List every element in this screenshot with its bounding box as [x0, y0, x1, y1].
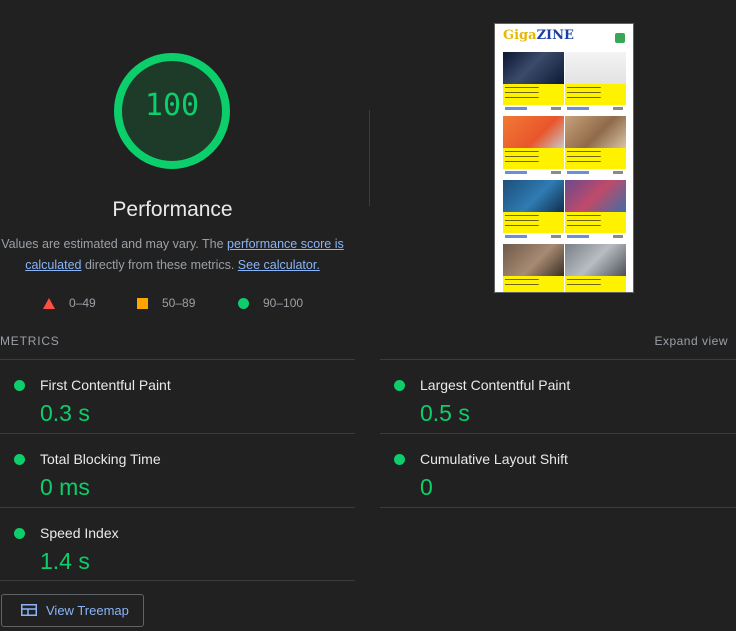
metric-first-contentful-paint: First Contentful Paint 0.3 s	[0, 364, 330, 434]
article-card: ━━━━━━━━━━━━━━ ━━━━━━━━━━━━━━	[503, 244, 564, 292]
legend-pass-label: 90–100	[263, 296, 304, 310]
thumbnail-header: GigaZINE	[495, 24, 633, 48]
article-card: ━━━━━━━━━━━━━━ ━━━━━━━━━━━━━━ ━━━━━━━━━━━━…	[503, 180, 564, 240]
view-treemap-button[interactable]: View Treemap	[1, 594, 144, 627]
score-description: Values are estimated and may vary. The p…	[0, 234, 345, 276]
article-card: ━━━━━━━━━━━━━━ ━━━━━━━━━━━━━━ ━━━━━━━━━━━━…	[565, 116, 626, 176]
divider	[0, 580, 355, 581]
lighthouse-report: 100 Performance Values are estimated and…	[0, 0, 736, 631]
article-card: ━━━━━━━━━━━━━━ ━━━━━━━━━━━━━━ ━━━━━━━━━━━━…	[503, 52, 564, 112]
metric-cumulative-layout-shift: Cumulative Layout Shift 0	[380, 438, 710, 508]
metric-name: Cumulative Layout Shift	[420, 451, 568, 467]
metric-total-blocking-time: Total Blocking Time 0 ms	[0, 438, 330, 508]
gigazine-logo: GigaZINE	[503, 28, 574, 43]
article-card: ━━━━━━━━━━━━━━ ━━━━━━━━━━━━━━	[565, 244, 626, 292]
pass-circle-icon	[14, 380, 25, 391]
triangle-icon	[43, 297, 55, 309]
legend-pass: 90–100	[238, 294, 303, 312]
metric-name: Speed Index	[40, 525, 119, 541]
legend-fail-label: 0–49	[69, 296, 96, 310]
view-treemap-label: View Treemap	[46, 603, 129, 618]
metric-value: 0.3 s	[40, 400, 90, 426]
pass-circle-icon	[14, 528, 25, 539]
article-card: ━━━━━━━━━━━━━━ ━━━━━━━━━━━━━━ ━━━━━━━━━━━━…	[565, 52, 626, 112]
circle-icon	[238, 297, 249, 309]
pass-circle-icon	[394, 380, 405, 391]
description-text-2: directly from these metrics.	[81, 258, 238, 272]
treemap-icon	[21, 604, 37, 616]
description-text-1: Values are estimated and may vary. The	[1, 237, 228, 251]
performance-score: 100	[144, 88, 200, 123]
legend-average-label: 50–89	[162, 296, 196, 310]
article-card: ━━━━━━━━━━━━━━ ━━━━━━━━━━━━━━ ━━━━━━━━━━━━…	[503, 116, 564, 176]
metric-value: 0	[420, 474, 433, 500]
pass-circle-icon	[394, 454, 405, 465]
legend-fail: 0–49	[43, 294, 96, 312]
see-calculator-link[interactable]: See calculator.	[238, 258, 320, 272]
legend-average: 50–89	[137, 294, 195, 312]
final-screenshot-thumbnail[interactable]: GigaZINE ━━━━━━━━━━━━━━ ━━━━━━━━━━━━━━ ━━━…	[494, 23, 634, 293]
metric-name: Largest Contentful Paint	[420, 377, 571, 393]
metric-value: 0 ms	[40, 474, 90, 500]
divider	[0, 507, 355, 508]
metric-speed-index: Speed Index 1.4 s	[0, 512, 330, 582]
metric-name: First Contentful Paint	[40, 377, 171, 393]
article-card: ━━━━━━━━━━━━━━ ━━━━━━━━━━━━━━ ━━━━━━━━━━━━…	[565, 180, 626, 240]
gauge-title: Performance	[112, 198, 233, 221]
vertical-divider	[369, 110, 370, 206]
pass-circle-icon	[14, 454, 25, 465]
expand-view-toggle[interactable]: Expand view	[654, 334, 728, 348]
divider	[0, 433, 355, 434]
divider	[0, 359, 355, 360]
divider	[380, 433, 736, 434]
metrics-heading: METRICS	[0, 334, 60, 348]
square-icon	[137, 297, 148, 309]
metric-largest-contentful-paint: Largest Contentful Paint 0.5 s	[380, 364, 710, 434]
metric-name: Total Blocking Time	[40, 451, 161, 467]
metric-value: 0.5 s	[420, 400, 470, 426]
divider	[380, 507, 736, 508]
user-icon	[615, 33, 625, 43]
divider	[380, 359, 736, 360]
metric-value: 1.4 s	[40, 548, 90, 574]
